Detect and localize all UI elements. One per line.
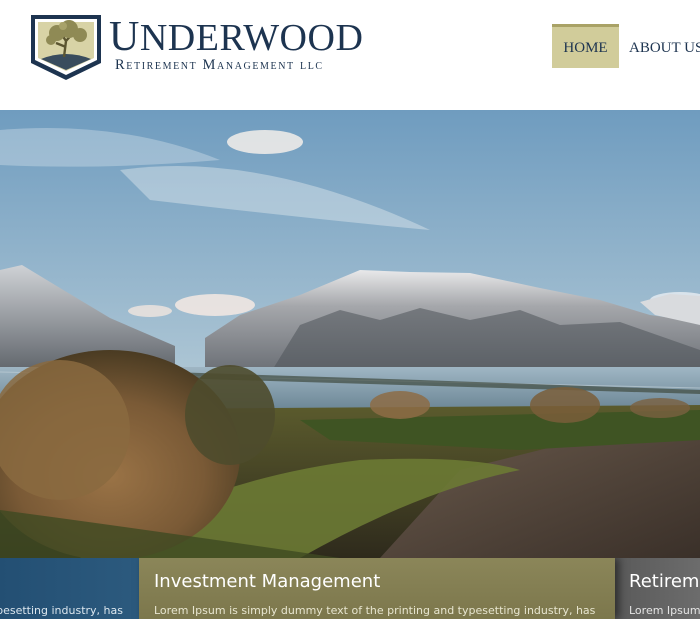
feature-strip: typesetting industry, has Investment Man… xyxy=(0,558,700,619)
brand-subtitle: Retirement Management llc xyxy=(115,57,324,73)
nav-item-home[interactable]: HOME xyxy=(552,24,619,68)
feature-title: Investment Management xyxy=(154,571,381,592)
mountain-lake-landscape xyxy=(0,110,700,558)
site-header: UNDERWOOD Retirement Management llc HOME… xyxy=(0,0,700,110)
feature-text: Lorem Ipsum is simply dummy text of the … xyxy=(154,604,596,617)
tree-emblem-icon xyxy=(31,15,101,80)
feature-text: Lorem Ipsum xyxy=(629,604,700,617)
feature-panel-previous[interactable]: typesetting industry, has xyxy=(0,558,139,619)
feature-panel-investment-management[interactable]: Investment Management Lorem Ipsum is sim… xyxy=(139,558,615,619)
feature-text: typesetting industry, has xyxy=(0,604,123,617)
brand-name: UNDERWOOD xyxy=(109,15,363,60)
nav-item-about-us[interactable]: ABOUT US xyxy=(629,24,700,68)
company-logo[interactable]: UNDERWOOD Retirement Management llc xyxy=(29,13,374,83)
hero-image xyxy=(0,110,700,558)
brand-name-initial: U xyxy=(109,14,140,60)
feature-panel-retirement[interactable]: Retirement Lorem Ipsum xyxy=(615,558,700,619)
feature-title: Retirement xyxy=(629,571,700,592)
brand-name-rest: NDERWOOD xyxy=(139,17,364,59)
